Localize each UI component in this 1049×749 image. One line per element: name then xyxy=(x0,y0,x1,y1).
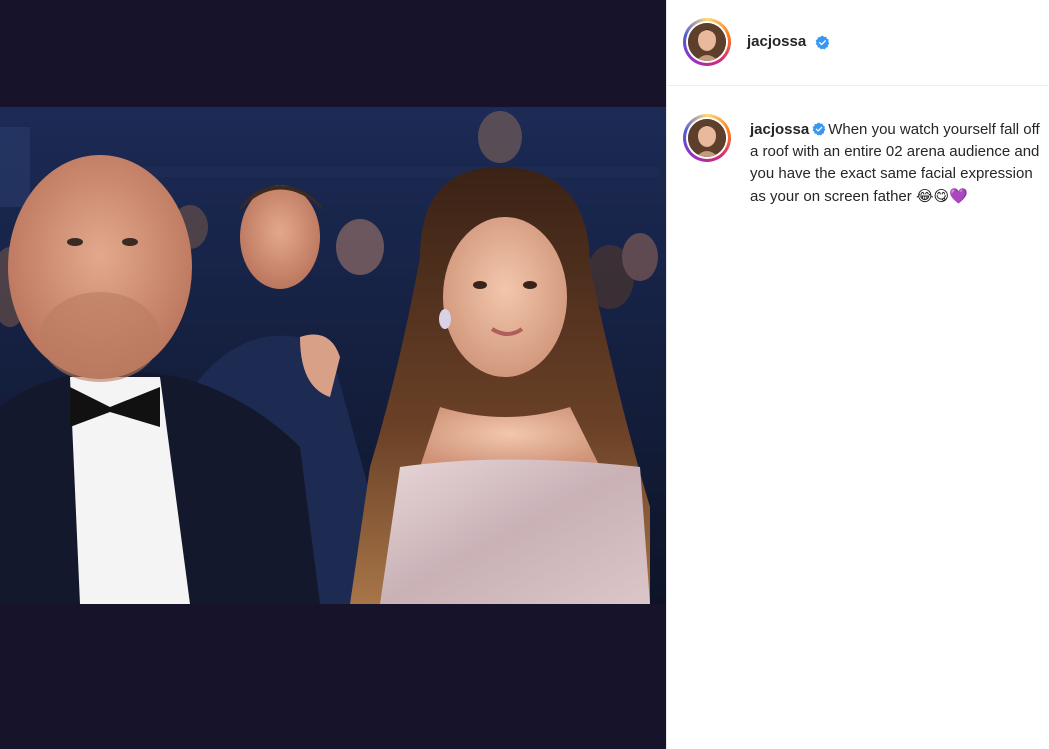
caption-emojis: 😂😋💜 xyxy=(915,187,968,205)
caption-avatar-ring[interactable] xyxy=(683,114,731,162)
author-avatar-ring[interactable] xyxy=(683,18,731,66)
post-header: jacjossa xyxy=(667,0,1049,86)
post-media-pane xyxy=(0,0,666,749)
caption-username[interactable]: jacjossa xyxy=(750,121,809,138)
caption-text: jacjossa When you watch yourself fall of… xyxy=(750,119,1049,208)
author-username[interactable]: jacjossa xyxy=(747,33,806,50)
post-photo[interactable] xyxy=(0,107,666,604)
caption-verified-badge-icon xyxy=(812,122,826,136)
caption-avatar[interactable] xyxy=(688,119,726,157)
author-avatar[interactable] xyxy=(688,23,726,61)
verified-badge-icon xyxy=(815,35,830,50)
post-sidebar: jacjossa jacjossa When you watch yoursel… xyxy=(666,0,1049,749)
